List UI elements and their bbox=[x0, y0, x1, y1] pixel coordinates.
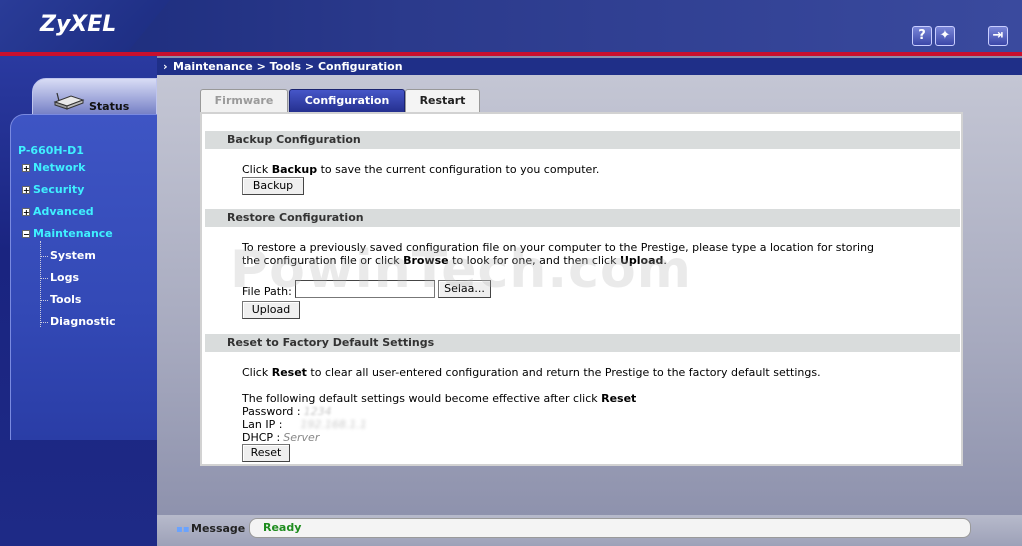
default-lan-ip: Lan IP :192.168.1.1 bbox=[242, 418, 367, 431]
reset-section-title: Reset to Factory Default Settings bbox=[205, 334, 960, 352]
logout-icon[interactable]: ⇥ bbox=[988, 26, 1008, 46]
expand-icon[interactable]: + bbox=[22, 164, 30, 173]
backup-button[interactable]: Backup bbox=[242, 177, 304, 195]
sidebar-item-network[interactable]: + Network bbox=[22, 161, 85, 175]
sidebar-item-advanced[interactable]: + Advanced bbox=[22, 205, 94, 219]
message-label: Message bbox=[191, 522, 246, 535]
status-label[interactable]: Status bbox=[89, 100, 129, 113]
breadcrumb-arrow-icon: › bbox=[163, 60, 168, 73]
reset-defaults-intro: The following default settings would bec… bbox=[242, 392, 637, 405]
message-status: Ready bbox=[249, 518, 971, 538]
tab-firmware[interactable]: Firmware bbox=[200, 89, 288, 112]
watermark: PowinTech.com bbox=[230, 240, 692, 300]
tree-branch bbox=[40, 322, 48, 323]
collapse-icon[interactable]: − bbox=[22, 230, 30, 239]
reset-button[interactable]: Reset bbox=[242, 444, 290, 462]
sidebar-subitem-logs[interactable]: Logs bbox=[50, 271, 79, 284]
sidebar-subitem-system[interactable]: System bbox=[50, 249, 96, 262]
sidebar-subitem-diagnostic[interactable]: Diagnostic bbox=[50, 315, 116, 328]
default-password: Password :1234 bbox=[242, 405, 332, 418]
sidebar-item-maintenance[interactable]: − Maintenance bbox=[22, 227, 113, 241]
backup-instructions: Click Backup to save the current configu… bbox=[242, 163, 600, 176]
expand-icon[interactable]: + bbox=[22, 208, 30, 217]
tree-branch bbox=[40, 256, 48, 257]
default-dhcp: DHCP : Server bbox=[242, 431, 320, 444]
tab-configuration[interactable]: Configuration bbox=[289, 89, 405, 112]
router-icon bbox=[53, 92, 85, 110]
question-icon[interactable]: ? bbox=[912, 26, 932, 46]
reset-instructions: Click Reset to clear all user-entered co… bbox=[242, 366, 821, 379]
upload-button[interactable]: Upload bbox=[242, 301, 300, 319]
tab-restart[interactable]: Restart bbox=[405, 89, 480, 112]
sidebar-item-security[interactable]: + Security bbox=[22, 183, 84, 197]
wizard-icon[interactable]: ✦ bbox=[935, 26, 955, 46]
restore-section-title: Restore Configuration bbox=[205, 209, 960, 227]
breadcrumb: › Maintenance > Tools > Configuration bbox=[157, 58, 1022, 75]
device-name[interactable]: P-660H-D1 bbox=[18, 144, 84, 157]
tree-branch bbox=[40, 278, 48, 279]
sidebar-subitem-tools[interactable]: Tools bbox=[50, 293, 81, 306]
brand-logo: ZyXEL bbox=[40, 12, 117, 37]
tree-branch bbox=[40, 300, 48, 301]
backup-section-title: Backup Configuration bbox=[205, 131, 960, 149]
breadcrumb-text: Maintenance > Tools > Configuration bbox=[173, 60, 403, 73]
expand-icon[interactable]: + bbox=[22, 186, 30, 195]
message-icon: ▪▪ bbox=[176, 524, 190, 535]
tree-connector bbox=[40, 241, 41, 327]
